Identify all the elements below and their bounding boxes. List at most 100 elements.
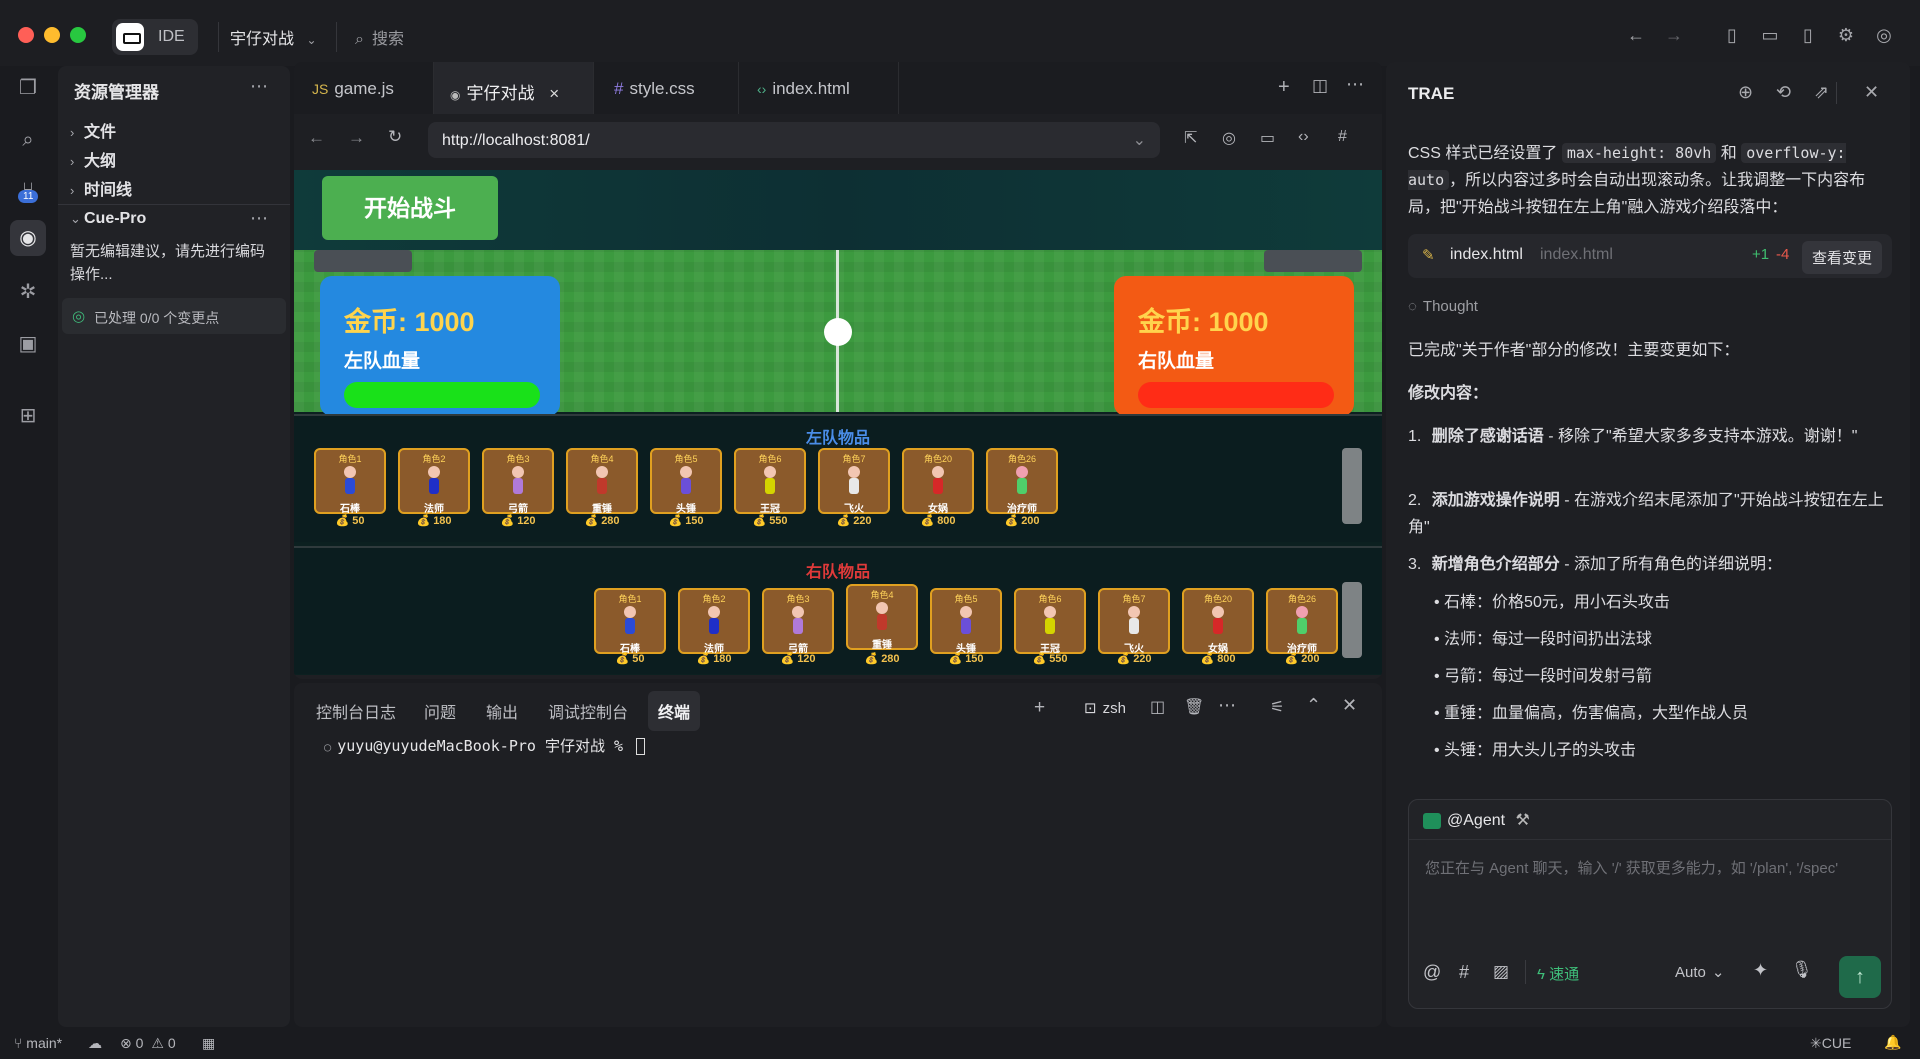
new-terminal-plus-icon[interactable]: +: [1034, 697, 1045, 719]
trash-icon[interactable]: 🗑: [1184, 697, 1204, 717]
url-bar[interactable]: http://localhost:8081/ ⌄: [428, 122, 1160, 158]
sync-cloud-icon[interactable]: ☁: [88, 1035, 102, 1052]
explorer-files-icon[interactable]: ❐: [10, 70, 46, 106]
hash-icon[interactable]: #: [1338, 128, 1347, 146]
model-selector[interactable]: Auto ⌄: [1675, 963, 1724, 981]
hash-context-icon[interactable]: #: [1459, 962, 1469, 983]
tab-game-js[interactable]: JS game.js: [294, 62, 434, 114]
compass-icon[interactable]: ◎: [1222, 128, 1236, 148]
thought-toggle[interactable]: ◌ Thought: [1408, 298, 1478, 315]
split-editor-icon[interactable]: ◫: [1312, 76, 1328, 96]
device-icon[interactable]: ▭: [1260, 128, 1275, 148]
extensions-grid-icon[interactable]: ⊞: [10, 398, 46, 434]
split-terminal-icon[interactable]: ◫: [1150, 697, 1165, 717]
close-panel-icon[interactable]: ✕: [1342, 695, 1357, 716]
item-card[interactable]: 角色4 重锤: [566, 448, 638, 515]
item-card[interactable]: 角色20 女娲: [902, 448, 974, 515]
item-card[interactable]: 角色6 王冠: [734, 448, 806, 515]
code-icon[interactable]: ‹›: [1298, 128, 1309, 146]
more-actions-icon[interactable]: ⋯: [1346, 74, 1364, 95]
agent-selector[interactable]: @Agent ⚒: [1409, 800, 1891, 840]
item-card[interactable]: 角色20 女娲: [1182, 588, 1254, 655]
tab-debug-console[interactable]: 调试控制台: [548, 699, 628, 723]
item-card[interactable]: 角色2 法师: [398, 448, 470, 515]
mention-icon[interactable]: @: [1423, 962, 1441, 983]
image-upload-icon[interactable]: ▨: [1493, 962, 1509, 982]
item-card[interactable]: 角色3 弓箭: [482, 448, 554, 515]
item-card[interactable]: 角色7 飞火: [818, 448, 890, 515]
view-changes-button[interactable]: 查看变更: [1801, 241, 1882, 274]
account-icon[interactable]: ◎: [1873, 25, 1895, 46]
tab-style-css[interactable]: # style.css: [594, 62, 739, 114]
toggle-right-panel-icon[interactable]: ▯: [1797, 25, 1819, 46]
debug-bug-icon[interactable]: ✲: [10, 274, 46, 310]
cue-status[interactable]: ✳CUE: [1810, 1035, 1851, 1052]
search-icon[interactable]: ⌕: [10, 122, 46, 158]
minimize-window-button[interactable]: [44, 27, 60, 43]
browser-back-icon[interactable]: ←: [308, 128, 325, 148]
new-chat-icon[interactable]: ⊕: [1738, 82, 1753, 103]
item-card[interactable]: 角色3 弓箭: [762, 588, 834, 655]
back-arrow-icon[interactable]: ←: [1625, 25, 1647, 46]
layout-settings-icon[interactable]: ⚟: [1270, 697, 1284, 717]
forward-arrow-icon[interactable]: →: [1663, 25, 1685, 46]
item-card[interactable]: 角色26 治疗师: [986, 448, 1058, 515]
right-items-scrollbar[interactable]: [1342, 582, 1362, 658]
section-cue-pro[interactable]: ⌄ Cue-Pro: [70, 210, 146, 228]
preview-eye-icon[interactable]: ◉: [10, 220, 46, 256]
tab-index-html[interactable]: ‹› index.html: [739, 62, 899, 114]
section-files[interactable]: › 文件: [70, 118, 116, 142]
toggle-sidebar-icon[interactable]: ▯: [1721, 25, 1743, 46]
history-icon[interactable]: ⟲: [1776, 82, 1791, 103]
item-card[interactable]: 角色6 王冠: [1014, 588, 1086, 655]
more-actions-icon[interactable]: ⋯: [250, 76, 268, 97]
item-card[interactable]: 角色26 治疗师: [1266, 588, 1338, 655]
microphone-icon[interactable]: 🎙: [1791, 960, 1813, 980]
element-picker-icon[interactable]: ⇱: [1184, 128, 1197, 148]
tab-console-log[interactable]: 控制台日志: [316, 699, 396, 723]
problems-indicator[interactable]: ⊗ 0 ⚠ 0: [120, 1035, 176, 1052]
remote-monitor-icon[interactable]: ▣: [10, 326, 46, 362]
left-items-scrollbar[interactable]: [1342, 448, 1362, 524]
item-card[interactable]: 角色5 头锤: [930, 588, 1002, 655]
notifications-bell-icon[interactable]: 🔔: [1884, 1034, 1901, 1051]
new-tab-plus-icon[interactable]: +: [1278, 76, 1290, 99]
item-card[interactable]: 角色1 石棒: [314, 448, 386, 515]
command-search[interactable]: ⌕ 搜索: [355, 25, 404, 49]
toggle-panel-icon[interactable]: ▭: [1759, 25, 1781, 46]
changed-file-chip[interactable]: ✎ index.html index.html +1 -4 查看变更: [1408, 234, 1892, 278]
tab-preview[interactable]: ◉ 宇仔对战 ×: [434, 62, 594, 114]
more-actions-icon[interactable]: ⋯: [1218, 695, 1236, 716]
close-panel-icon[interactable]: ✕: [1864, 82, 1879, 103]
send-button[interactable]: ↑: [1839, 956, 1881, 998]
item-card[interactable]: 角色7 飞火: [1098, 588, 1170, 655]
sparkle-icon[interactable]: ✦: [1753, 960, 1768, 981]
terminal-status-icon[interactable]: ▦: [202, 1035, 215, 1052]
settings-gear-icon[interactable]: ⚙: [1835, 25, 1857, 46]
ide-mode-badge[interactable]: IDE: [112, 19, 198, 55]
tab-output[interactable]: 输出: [486, 699, 518, 723]
reload-icon[interactable]: ↻: [388, 127, 402, 147]
start-battle-button[interactable]: 开始战斗: [322, 176, 498, 240]
branch-indicator[interactable]: ⑂ main*: [14, 1035, 62, 1051]
shell-selector[interactable]: ⊡ zsh: [1084, 699, 1126, 717]
section-outline[interactable]: › 大纲: [70, 147, 116, 171]
section-timeline[interactable]: › 时间线: [70, 176, 132, 200]
item-card[interactable]: 角色5 头锤: [650, 448, 722, 515]
terminal-line[interactable]: ○ yuyu@yuyudeMacBook-Pro 宇仔对战 %: [324, 735, 646, 756]
open-external-icon[interactable]: ⇗: [1814, 82, 1829, 103]
project-selector[interactable]: 宇仔对战 ⌄: [230, 25, 317, 49]
browser-forward-icon[interactable]: →: [348, 128, 365, 148]
item-card[interactable]: 角色4 重锤: [846, 584, 918, 651]
item-card[interactable]: 角色1 石棒: [594, 588, 666, 655]
tab-terminal[interactable]: 终端: [648, 691, 701, 731]
tab-problems[interactable]: 问题: [424, 699, 456, 723]
chat-input[interactable]: 您正在与 Agent 聊天，输入 '/' 获取更多能力，如 '/plan', '…: [1425, 856, 1875, 882]
maximize-panel-icon[interactable]: ⌃: [1306, 695, 1321, 716]
mode-selector[interactable]: ϟ 速通: [1537, 963, 1579, 984]
tab-close-icon[interactable]: ×: [549, 84, 559, 103]
close-window-button[interactable]: [18, 27, 34, 43]
cue-more-icon[interactable]: ⋯: [250, 208, 268, 229]
maximize-window-button[interactable]: [70, 27, 86, 43]
item-card[interactable]: 角色2 法师: [678, 588, 750, 655]
